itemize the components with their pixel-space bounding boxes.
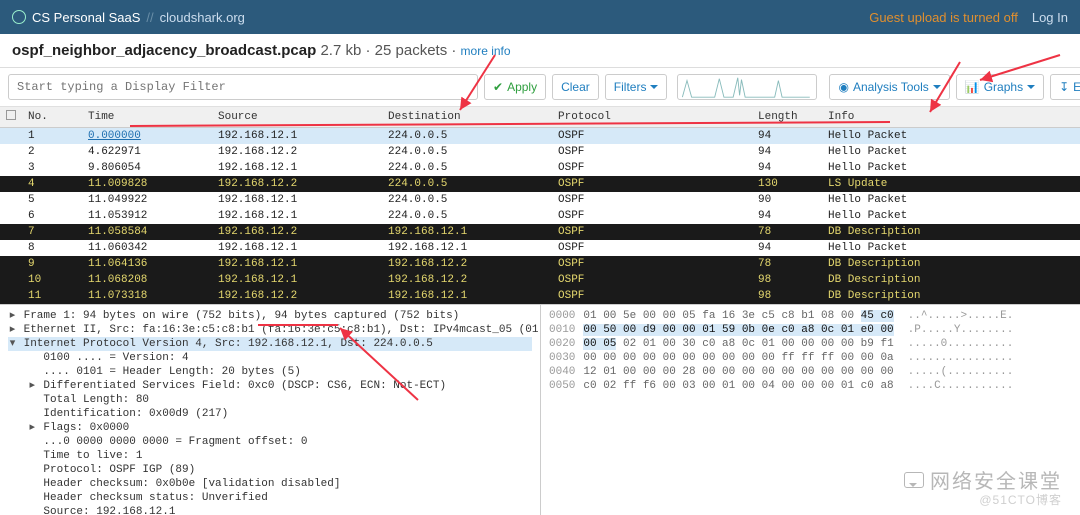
file-size: 2.7 kb	[320, 42, 361, 59]
packet-row[interactable]: 911.064136192.168.12.1192.168.12.2OSPF78…	[0, 256, 1080, 272]
export-dropdown[interactable]: ↧ Export	[1050, 74, 1080, 100]
packet-details-tree[interactable]: ▸ Frame 1: 94 bytes on wire (752 bits), …	[0, 305, 540, 515]
more-info-link[interactable]: more info	[461, 44, 511, 58]
toolbar: ✔ Apply Clear Filters ◉ Analysis Tools 📊…	[0, 68, 1080, 107]
col-time[interactable]: Time	[82, 107, 212, 128]
packet-row[interactable]: 511.049922192.168.12.1224.0.0.5OSPF90Hel…	[0, 192, 1080, 208]
tree-node[interactable]: ▸ Differentiated Services Field: 0xc0 (D…	[8, 379, 532, 393]
wechat-icon	[904, 472, 924, 488]
graphs-dropdown[interactable]: 📊 Graphs	[956, 74, 1044, 100]
host-link[interactable]: cloudshark.org	[160, 10, 245, 25]
col-length[interactable]: Length	[752, 107, 822, 128]
brand-label: CS Personal SaaS	[32, 10, 140, 25]
packet-list-header: No. Time Source Destination Protocol Len…	[0, 107, 1080, 128]
tree-node[interactable]: .... 0101 = Header Length: 20 bytes (5)	[8, 365, 532, 379]
packet-row[interactable]: 1011.068208192.168.12.1192.168.12.2OSPF9…	[0, 272, 1080, 288]
tree-node[interactable]: ▸ Frame 1: 94 bytes on wire (752 bits), …	[8, 309, 532, 323]
watermark: 网络安全课堂 @51CTO博客	[904, 465, 1062, 494]
hex-row[interactable]: 004012 01 00 00 00 28 00 00 00 00 00 00 …	[549, 365, 1072, 379]
timeline-sparkline[interactable]	[677, 74, 817, 100]
tree-node[interactable]: 0100 .... = Version: 4	[8, 351, 532, 365]
tree-node[interactable]: ▸ Ethernet II, Src: fa:16:3e:c5:c8:b1 (f…	[8, 323, 532, 337]
col-protocol[interactable]: Protocol	[552, 107, 752, 128]
hex-row[interactable]: 001000 50 00 d9 00 00 01 59 0b 0e c0 a8 …	[549, 323, 1072, 337]
filters-dropdown[interactable]: Filters	[605, 74, 668, 100]
hex-row[interactable]: 0050c0 02 ff f6 00 03 00 01 00 04 00 00 …	[549, 379, 1072, 393]
hex-row[interactable]: 003000 00 00 00 00 00 00 00 00 00 ff ff …	[549, 351, 1072, 365]
hex-row[interactable]: 002000 05 02 01 00 30 c0 a8 0c 01 00 00 …	[549, 337, 1072, 351]
tree-node[interactable]: ▾ Internet Protocol Version 4, Src: 192.…	[8, 337, 532, 351]
col-info[interactable]: Info	[822, 107, 1080, 128]
hex-row[interactable]: 000001 00 5e 00 00 05 fa 16 3e c5 c8 b1 …	[549, 309, 1072, 323]
tree-node[interactable]: Protocol: OSPF IGP (89)	[8, 463, 532, 477]
logo-icon	[12, 10, 26, 24]
packet-list[interactable]: No. Time Source Destination Protocol Len…	[0, 107, 1080, 305]
packet-row[interactable]: 10.000000192.168.12.1224.0.0.5OSPF94Hell…	[0, 128, 1080, 145]
apply-button[interactable]: ✔ Apply	[484, 74, 546, 100]
file-title-bar: ospf_neighbor_adjacency_broadcast.pcap 2…	[0, 34, 1080, 68]
packet-row[interactable]: 411.009828192.168.12.2224.0.0.5OSPF130LS…	[0, 176, 1080, 192]
file-name: ospf_neighbor_adjacency_broadcast.pcap	[12, 42, 316, 59]
tree-node[interactable]: ...0 0000 0000 0000 = Fragment offset: 0	[8, 435, 532, 449]
col-no[interactable]: No.	[22, 107, 82, 128]
col-source[interactable]: Source	[212, 107, 382, 128]
top-navbar: CS Personal SaaS // cloudshark.org Guest…	[0, 0, 1080, 34]
tree-node[interactable]: Identification: 0x00d9 (217)	[8, 407, 532, 421]
tree-node[interactable]: Header checksum: 0x0b0e [validation disa…	[8, 477, 532, 491]
packet-row[interactable]: 611.053912192.168.12.1224.0.0.5OSPF94Hel…	[0, 208, 1080, 224]
tree-node[interactable]: Source: 192.168.12.1	[8, 505, 532, 515]
login-link[interactable]: Log In	[1032, 10, 1068, 25]
select-all-icon[interactable]	[6, 110, 16, 120]
packet-row[interactable]: 39.806054192.168.12.1224.0.0.5OSPF94Hell…	[0, 160, 1080, 176]
nav-separator: //	[146, 10, 153, 25]
packet-row[interactable]: 1111.073318192.168.12.2192.168.12.1OSPF9…	[0, 288, 1080, 304]
display-filter-input[interactable]	[8, 74, 478, 100]
analysis-tools-dropdown[interactable]: ◉ Analysis Tools	[829, 74, 949, 100]
tree-node[interactable]: Header checksum status: Unverified	[8, 491, 532, 505]
packet-row[interactable]: 711.058584192.168.12.2192.168.12.1OSPF78…	[0, 224, 1080, 240]
tree-node[interactable]: ▸ Flags: 0x0000	[8, 421, 532, 435]
packet-row[interactable]: 24.622971192.168.12.2224.0.0.5OSPF94Hell…	[0, 144, 1080, 160]
upload-warning: Guest upload is turned off	[869, 10, 1018, 25]
packet-row[interactable]: 811.060342192.168.12.1192.168.12.1OSPF94…	[0, 240, 1080, 256]
tree-node[interactable]: Time to live: 1	[8, 449, 532, 463]
col-destination[interactable]: Destination	[382, 107, 552, 128]
tree-node[interactable]: Total Length: 80	[8, 393, 532, 407]
clear-button[interactable]: Clear	[552, 74, 599, 100]
packet-count: 25 packets	[375, 42, 448, 59]
